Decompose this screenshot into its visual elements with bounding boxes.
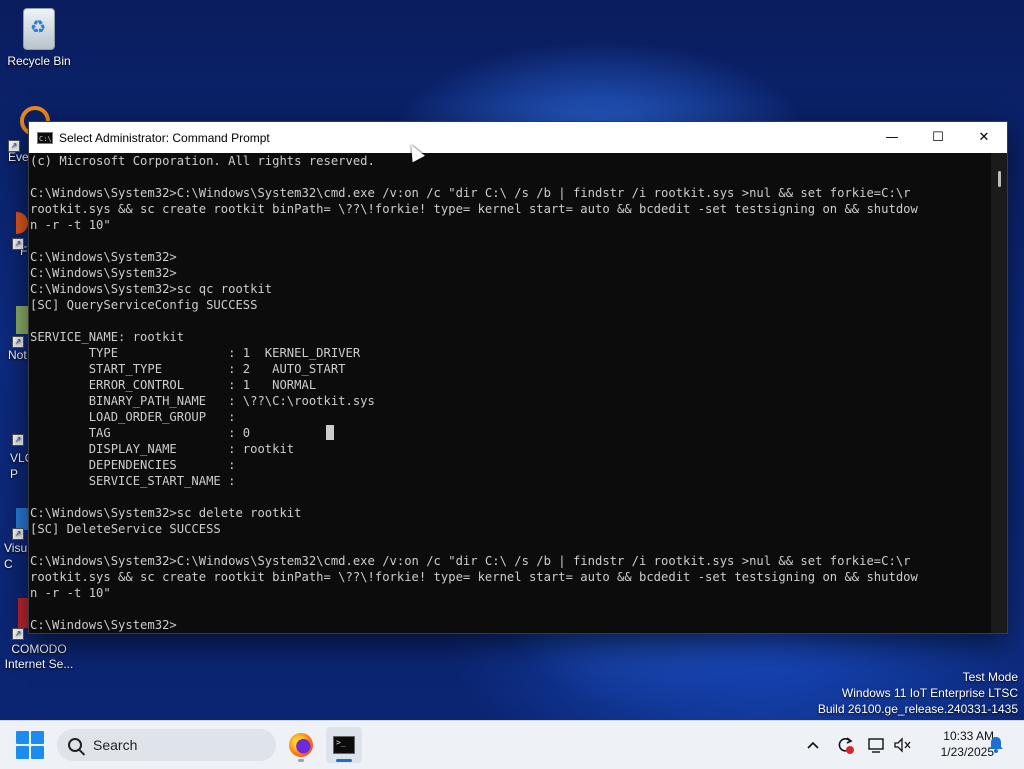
- app-shortcut-icon: [16, 212, 28, 234]
- terminal-line: DISPLAY_NAME : rootkit: [30, 442, 295, 456]
- shortcut-arrow-icon: ↗: [8, 140, 20, 152]
- taskbar-clock[interactable]: 10:33 AM 1/23/2025: [916, 728, 994, 760]
- terminal-line: TYPE : 1 KERNEL_DRIVER: [30, 346, 361, 360]
- windows-logo-icon-part: [31, 731, 44, 744]
- close-button[interactable]: ✕: [961, 122, 1007, 153]
- taskbar-firefox[interactable]: [283, 727, 319, 763]
- desktop-icon-label: Visu C: [4, 541, 28, 571]
- desktop-icon-label: Not: [8, 348, 27, 362]
- desktop-icon-label: COMODO Internet Se...: [4, 642, 74, 671]
- terminal-line: DEPENDENCIES :: [30, 458, 236, 472]
- update-sync-icon[interactable]: [832, 732, 858, 758]
- terminal-line: LOAD_ORDER_GROUP :: [30, 410, 236, 424]
- shortcut-arrow-icon: ↗: [12, 336, 24, 348]
- command-prompt-window[interactable]: C:\ Select Administrator: Command Prompt…: [28, 121, 1008, 634]
- search-placeholder: Search: [93, 737, 138, 753]
- terminal-output[interactable]: (c) Microsoft Corporation. All rights re…: [29, 153, 991, 633]
- desktop-icon-label: VLC P: [10, 451, 34, 481]
- network-icon[interactable]: [864, 732, 890, 758]
- shortcut-arrow-icon: ↗: [12, 238, 24, 250]
- test-mode-watermark: Test Mode Windows 11 IoT Enterprise LTSC…: [818, 669, 1018, 717]
- shortcut-arrow-icon: ↗: [12, 434, 24, 446]
- clock-time: 10:33 AM: [943, 729, 994, 743]
- terminal-line: ERROR_CONTROL : 1 NORMAL: [30, 378, 317, 392]
- show-hidden-icons-chevron-icon[interactable]: [800, 732, 826, 758]
- minimize-button[interactable]: —: [869, 122, 915, 153]
- command-prompt-icon: C:\: [37, 131, 53, 144]
- terminal-line: [SC] DeleteService SUCCESS: [30, 522, 221, 536]
- desktop-icon-visual-studio[interactable]: ↗ Visu C: [0, 508, 30, 572]
- desktop-icon-vlc[interactable]: ↗ VLC P: [0, 430, 34, 482]
- terminal-line: SERVICE_START_NAME :: [30, 474, 236, 488]
- windows-logo-icon-part: [31, 746, 44, 759]
- desktop-icon-recycle-bin[interactable]: Recycle Bin: [0, 8, 78, 68]
- watermark-line: Build 26100.ge_release.240331-1435: [817, 702, 1018, 716]
- terminal-line: rootkit.sys && sc create rootkit binPath…: [30, 570, 918, 584]
- terminal-line: C:\Windows\System32>sc qc rootkit: [30, 282, 273, 296]
- desktop-icon-label: Recycle Bin: [7, 54, 71, 68]
- watermark-line: Windows 11 IoT Enterprise LTSC: [841, 686, 1018, 700]
- window-controls: — ☐ ✕: [869, 122, 1007, 153]
- terminal-line: [SC] QueryServiceConfig SUCCESS: [30, 298, 258, 312]
- terminal-line: rootkit.sys && sc create rootkit binPath…: [30, 202, 918, 216]
- taskbar-search[interactable]: Search: [57, 729, 276, 761]
- terminal-line: START_TYPE : 2 AUTO_START: [30, 362, 346, 376]
- running-indicator: [298, 759, 304, 762]
- terminal-line: C:\Windows\System32>C:\Windows\System32\…: [30, 554, 911, 568]
- window-titlebar[interactable]: C:\ Select Administrator: Command Prompt…: [29, 122, 1007, 153]
- recycle-bin-icon: [23, 8, 55, 50]
- terminal-line: n -r -t 10": [30, 586, 111, 600]
- vertical-scrollbar[interactable]: [991, 153, 1007, 633]
- start-button[interactable]: [16, 731, 44, 759]
- shortcut-arrow-icon: ↗: [12, 628, 24, 640]
- terminal-line: C:\Windows\System32>: [30, 266, 177, 280]
- terminal-line: n -r -t 10": [30, 218, 111, 232]
- search-icon: [68, 738, 82, 752]
- terminal-line: C:\Windows\System32>sc delete rootkit: [30, 506, 302, 520]
- windows-logo-icon: [16, 731, 29, 744]
- watermark-line: Test Mode: [962, 670, 1018, 684]
- terminal-line: TAG : 0: [30, 426, 251, 440]
- terminal-line: (c) Microsoft Corporation. All rights re…: [30, 154, 375, 168]
- scrollbar-thumb[interactable]: [998, 171, 1001, 187]
- firefox-icon: [289, 733, 313, 757]
- volume-muted-icon[interactable]: [890, 732, 916, 758]
- command-prompt-icon: >_: [333, 736, 355, 754]
- app-shortcut-icon: [16, 508, 28, 530]
- notification-bell-icon[interactable]: [988, 735, 1004, 753]
- windows-logo-icon-part: [16, 746, 29, 759]
- clock-date: 1/23/2025: [940, 745, 994, 759]
- maximize-button[interactable]: ☐: [915, 122, 961, 153]
- terminal-line: C:\Windows\System32>C:\Windows\System32\…: [30, 186, 911, 200]
- active-indicator: [336, 759, 352, 762]
- taskbar: Search >_ 10:33 AM 1/23/2025: [0, 720, 1024, 769]
- terminal-line: BINARY_PATH_NAME : \??\C:\rootkit.sys: [30, 394, 375, 408]
- system-tray: [800, 721, 916, 769]
- desktop-icon-not[interactable]: ↗ Not: [0, 306, 30, 362]
- terminal-line: SERVICE_NAME: rootkit: [30, 330, 185, 344]
- window-title: Select Administrator: Command Prompt: [59, 130, 270, 145]
- terminal-line: C:\Windows\System32>: [30, 250, 177, 264]
- app-shortcut-icon: [16, 306, 28, 334]
- taskbar-command-prompt[interactable]: >_: [326, 727, 362, 763]
- desktop-icon-f[interactable]: ↗ F: [0, 212, 30, 258]
- terminal-line: C:\Windows\System32>: [30, 618, 177, 632]
- text-cursor: [326, 425, 334, 440]
- shortcut-arrow-icon: ↗: [12, 528, 24, 540]
